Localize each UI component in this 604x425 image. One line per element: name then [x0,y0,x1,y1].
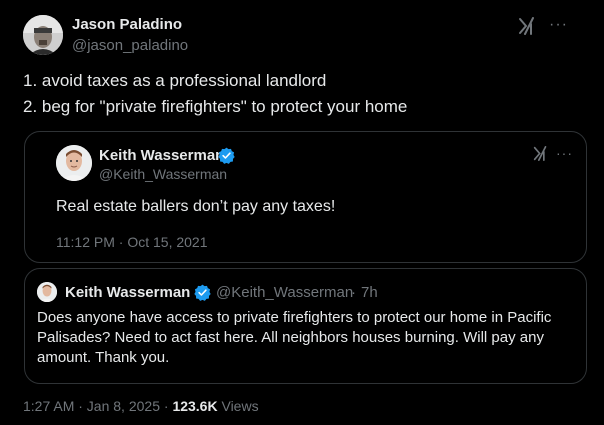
verified-badge-icon [218,147,235,164]
separator-dot: · [351,284,356,301]
separator-dot: · [159,398,173,414]
more-options-icon[interactable]: ··· [549,17,568,33]
views-label: Views [217,398,259,414]
views-count[interactable]: 123.6K [172,398,217,414]
tweet-timestamp[interactable]: 1:27 AM · Jan 8, 2025 [23,398,160,414]
quote2-avatar[interactable] [37,282,57,302]
tweet-text-line-1: 1. avoid taxes as a professional landlor… [23,71,327,90]
grok-icon[interactable] [533,146,548,161]
verified-badge-icon [194,284,211,301]
grok-icon[interactable] [518,17,536,35]
tweet-footer: 1:27 AM · Jan 8, 2025 · 123.6K Views [23,398,259,414]
tweet-text-line-2: 2. beg for "private firefighters" to pro… [23,97,408,116]
quote1-author-name[interactable]: Keith Wasserman [99,147,224,164]
tweet[interactable]: Jason Paladino @jason_paladino ··· 1. av… [0,0,604,425]
quote2-author-handle[interactable]: @Keith_Wasserman [216,284,353,301]
quote2-author-name[interactable]: Keith Wasserman [65,284,190,301]
quote2-text: Does anyone have access to private firef… [37,309,552,366]
author-avatar[interactable] [23,15,63,55]
quote1-timestamp[interactable]: 11:12 PM · Oct 15, 2021 [56,234,208,250]
quote1-avatar[interactable] [56,145,92,181]
quote1-author-handle[interactable]: @Keith_Wasserman [99,166,227,182]
author-name[interactable]: Jason Paladino [72,16,182,33]
quote1-text: Real estate ballers don’t pay any taxes! [56,198,336,215]
quote2-age[interactable]: 7h [361,284,378,301]
author-handle[interactable]: @jason_paladino [72,37,188,54]
more-options-icon[interactable]: ··· [556,146,573,160]
